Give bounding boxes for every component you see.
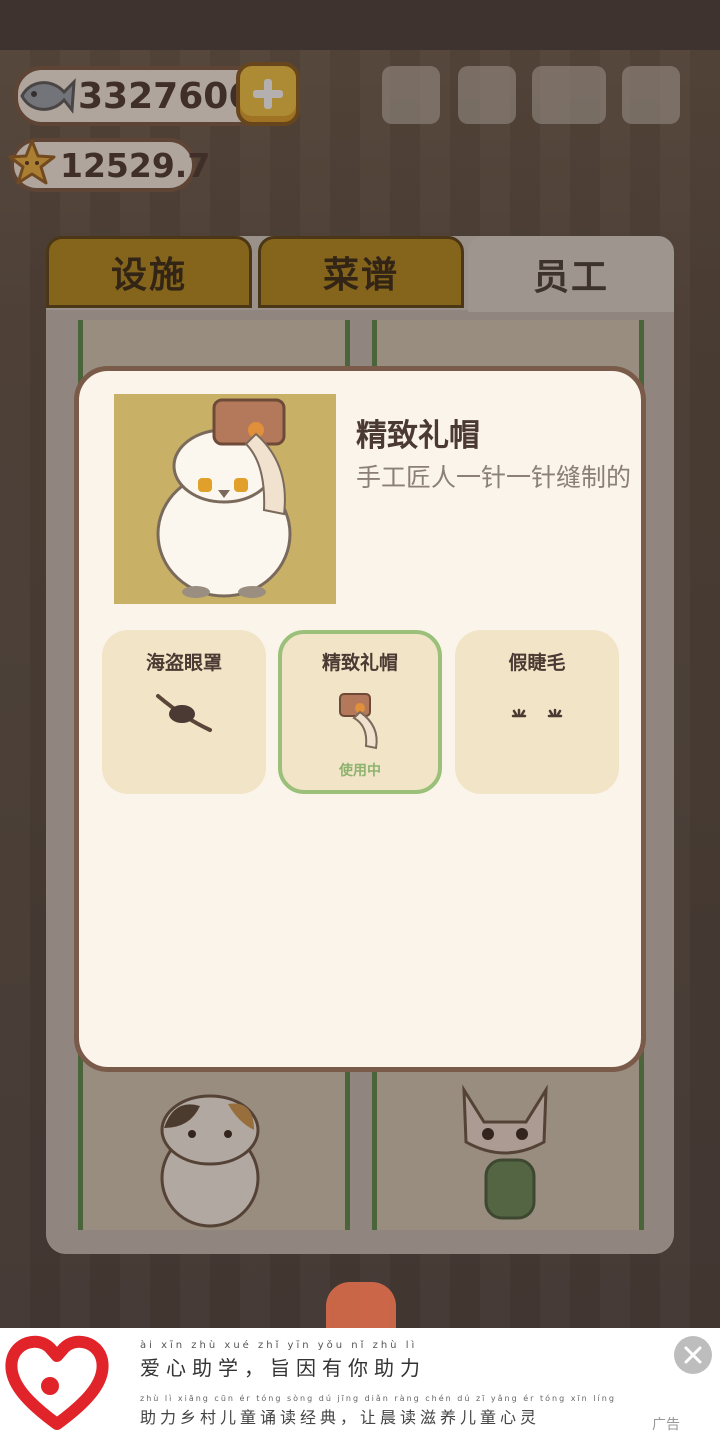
ad-subline: 助力乡村儿童诵读经典，让晨读滋养儿童心灵 (140, 1408, 541, 1427)
ad-headline: 爱心助学，旨因有你助力 (140, 1356, 426, 1380)
ad-subline-pinyin: zhù lì xiāng cūn ér tóng sòng dú jīng di… (140, 1394, 616, 1403)
ad-headline-pinyin: ài xīn zhù xué zhǐ yīn yǒu nǐ zhù lì (140, 1340, 418, 1351)
accessory-card-eyepatch[interactable]: 海盗眼罩 (102, 630, 266, 794)
ad-label: 广告 (652, 1417, 680, 1433)
ad-close-button[interactable] (674, 1336, 712, 1374)
character-portrait (114, 394, 336, 604)
charity-heart-logo (5, 1335, 109, 1430)
accessory-description: 手工匠人一针一针缝制的 (356, 463, 632, 492)
eyepatch-icon (156, 694, 212, 732)
accessory-card-label: 假睫毛 (508, 652, 566, 674)
top-hat-icon (339, 693, 378, 750)
close-icon (684, 1346, 702, 1364)
bottom-close-button[interactable] (326, 1282, 396, 1332)
accessory-card-label: 精致礼帽 (321, 652, 398, 674)
eyelashes-icon (511, 708, 563, 718)
accessory-card-top-hat[interactable]: 精致礼帽 使用中 (278, 630, 442, 794)
owl-character-with-top-hat (156, 398, 292, 598)
accessory-card-status: 使用中 (339, 763, 381, 779)
accessory-card-false-lashes[interactable]: 假睫毛 (455, 630, 619, 794)
accessory-title: 精致礼帽 (356, 418, 480, 454)
accessory-card-label: 海盗眼罩 (145, 652, 222, 674)
